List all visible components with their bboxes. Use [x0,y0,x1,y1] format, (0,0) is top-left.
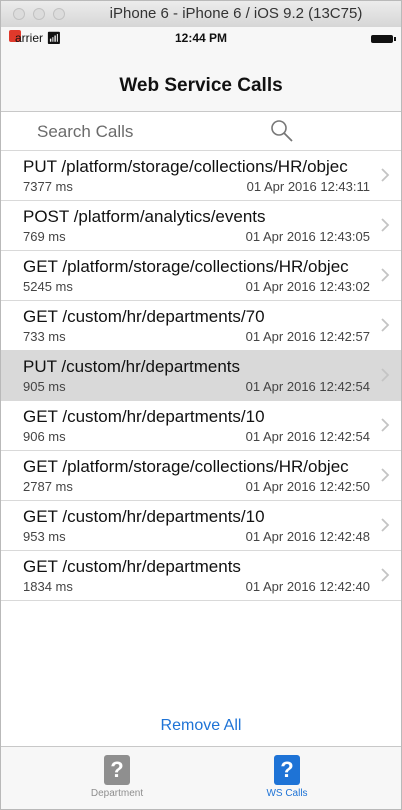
chevron-right-icon [381,468,390,482]
calls-list: PUT /platform/storage/collections/HR/obj… [1,151,401,601]
call-timestamp: 01 Apr 2016 12:42:57 [245,329,370,344]
chevron-right-icon [381,168,390,182]
status-bar: arrier 📶︎ 12:44 PM [1,27,401,49]
call-duration: 769 ms [23,229,66,244]
call-timestamp: 01 Apr 2016 12:42:54 [245,429,370,444]
call-title: PUT /custom/hr/departments [23,357,240,376]
tab-label: WS Calls [266,788,308,799]
call-timestamp: 01 Apr 2016 12:43:11 [246,179,370,194]
call-duration: 1834 ms [23,579,73,594]
table-row[interactable]: GET /platform/storage/collections/HR/obj… [1,251,401,301]
call-title: GET /custom/hr/departments/10 [23,407,265,426]
table-row[interactable]: GET /custom/hr/departments/10 906 ms 01 Ap… [1,401,401,451]
call-timestamp: 01 Apr 2016 12:42:48 [245,529,370,544]
simulator-title: iPhone 6 - iPhone 6 / iOS 9.2 (13C75) [109,5,363,22]
status-time: 12:44 PM [174,31,228,45]
close-window-button[interactable] [13,8,25,20]
call-title: GET /platform/storage/collections/HR/obj… [23,457,349,476]
chevron-right-icon [381,368,390,382]
call-title: PUT /platform/storage/collections/HR/obj… [23,157,348,176]
table-row[interactable]: PUT /platform/storage/collections/HR/obj… [1,151,401,201]
question-mark-icon: ? [104,755,130,785]
table-row[interactable]: GET /custom/hr/departments/70 733 ms 01 Ap… [1,301,401,351]
call-title: GET /custom/hr/departments [23,557,241,576]
chevron-right-icon [381,568,390,582]
call-timestamp: 01 Apr 2016 12:42:50 [245,479,370,494]
battery-icon [371,35,393,43]
simulator-titlebar: iPhone 6 - iPhone 6 / iOS 9.2 (13C75) [1,1,401,28]
call-timestamp: 01 Apr 2016 12:43:02 [245,279,370,294]
call-duration: 7377 ms [23,179,73,194]
navigation-bar: Web Service Calls [1,49,401,112]
call-title: GET /custom/hr/departments/70 [23,307,265,326]
table-row[interactable]: GET /platform/storage/collections/HR/obj… [1,451,401,501]
chevron-right-icon [381,218,390,232]
tab-ws-calls[interactable]: ? WS Calls [227,751,347,807]
chevron-right-icon [381,268,390,282]
call-timestamp: 01 Apr 2016 12:42:40 [245,579,370,594]
chevron-right-icon [381,318,390,332]
battery-tip-icon [394,37,396,41]
call-duration: 5245 ms [23,279,73,294]
search-icon[interactable] [269,118,295,144]
call-title: GET /platform/storage/collections/HR/obj… [23,257,349,276]
call-duration: 905 ms [23,379,66,394]
search-bar[interactable]: Search Calls [1,112,401,151]
call-timestamp: 01 Apr 2016 12:43:05 [245,229,370,244]
call-title: GET /custom/hr/departments/10 [23,507,265,526]
tab-bar: ? Department ? WS Calls [1,746,401,809]
search-input[interactable]: Search Calls [37,122,133,142]
remove-all-button[interactable]: Remove All [1,717,401,735]
call-duration: 733 ms [23,329,66,344]
chevron-right-icon [381,418,390,432]
call-title: POST /platform/analytics/events [23,207,266,226]
call-duration: 2787 ms [23,479,73,494]
call-duration: 906 ms [23,429,66,444]
table-row[interactable]: PUT /custom/hr/departments 905 ms 01 Apr 2… [1,351,401,401]
table-row[interactable]: POST /platform/analytics/events 769 ms 01 … [1,201,401,251]
table-row[interactable]: GET /custom/hr/departments/10 953 ms 01 Ap… [1,501,401,551]
call-timestamp: 01 Apr 2016 12:42:54 [245,379,370,394]
question-mark-icon: ? [274,755,300,785]
simulator-window: iPhone 6 - iPhone 6 / iOS 9.2 (13C75) ar… [0,0,402,810]
tab-department[interactable]: ? Department [57,751,177,807]
chevron-right-icon [381,518,390,532]
call-duration: 953 ms [23,529,66,544]
tab-label: Department [90,788,144,799]
zoom-window-button[interactable] [53,8,65,20]
minimize-window-button[interactable] [33,8,45,20]
page-title: Web Service Calls [119,75,283,96]
table-row[interactable]: GET /custom/hr/departments 1834 ms 01 Apr … [1,551,401,601]
